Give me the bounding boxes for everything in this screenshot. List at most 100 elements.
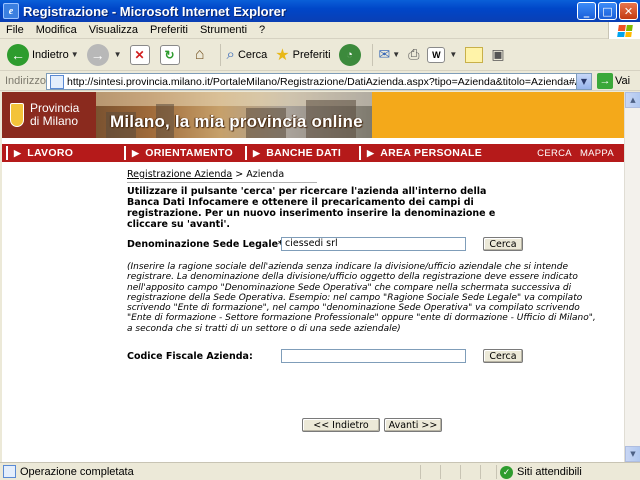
trusted-sites-icon: ✓ <box>500 465 513 479</box>
intro-text: Utilizzare il pulsante 'cerca' per ricer… <box>127 186 496 230</box>
vertical-scrollbar[interactable]: ▲ ▼ <box>624 92 640 462</box>
nav-lavoro[interactable]: ▶ LAVORO <box>6 144 73 162</box>
go-arrow-icon: → <box>597 73 613 89</box>
search-label: Cerca <box>237 48 268 61</box>
back-label: Indietro <box>32 48 69 61</box>
history-button[interactable]: ◔ <box>336 41 367 69</box>
main-nav: ▶ LAVORO ▶ ORIENTAMENTO ▶ BANCHE DATI ▶ … <box>2 144 624 162</box>
mail-button[interactable]: ✉ ▼ <box>376 41 404 69</box>
menu-strumenti[interactable]: Strumenti <box>194 24 253 36</box>
address-dropdown-icon[interactable]: ▼ <box>576 74 591 89</box>
status-bar: Operazione completata ✓ Siti attendibili <box>0 462 640 480</box>
refresh-button[interactable]: ↻ <box>157 41 185 69</box>
address-input[interactable]: http://sintesi.provincia.milano.it/Porta… <box>46 73 592 90</box>
zone-label: Siti attendibili <box>517 466 582 478</box>
edit-button[interactable]: W ▼ <box>424 41 460 69</box>
denominazione-input[interactable]: ciessedi srl <box>281 237 466 251</box>
toolbar: ← Indietro ▼ → ▼ ✕ ↻ ⌂ ⌕ Cerca ★ Preferi… <box>0 39 640 71</box>
toolbar-separator <box>219 43 221 66</box>
menu-help[interactable]: ? <box>253 24 271 36</box>
chevron-down-icon: ▼ <box>113 50 122 59</box>
status-text: Operazione completata <box>20 465 134 478</box>
denominazione-label: Denominazione Sede Legale*: <box>127 239 287 250</box>
breadcrumb-link[interactable]: Registrazione Azienda <box>127 169 232 180</box>
print-button[interactable]: ⎙ <box>405 41 422 69</box>
window-title: Registrazione - Microsoft Internet Explo… <box>23 3 286 19</box>
logo-line2: di Milano <box>30 114 79 128</box>
windows-logo-icon <box>608 22 640 39</box>
forward-arrow-icon: → <box>86 43 109 66</box>
menu-preferiti[interactable]: Preferiti <box>144 24 194 36</box>
refresh-icon: ↻ <box>159 44 180 65</box>
scroll-up-icon[interactable]: ▲ <box>625 92 640 108</box>
chevron-down-icon: ▼ <box>70 50 79 59</box>
banner-slogan: Milano, la mia provincia online <box>110 112 363 131</box>
go-button[interactable]: → Vai <box>597 73 630 89</box>
address-bar: Indirizzo http://sintesi.provincia.milan… <box>0 71 640 91</box>
crest-icon <box>10 103 24 127</box>
back-button[interactable]: ← Indietro ▼ <box>4 41 82 69</box>
discuss-button[interactable] <box>462 41 486 69</box>
next-page-button[interactable]: Avanti >> <box>384 418 442 432</box>
edit-icon: W <box>427 46 446 63</box>
nav-cerca[interactable]: CERCA <box>537 148 572 159</box>
chevron-down-icon: ▼ <box>449 50 458 59</box>
search-button[interactable]: ⌕ Cerca <box>224 41 271 69</box>
window-controls: _ □ ✕ <box>577 2 638 20</box>
arrow-right-icon: ▶ <box>367 147 375 158</box>
forward-button[interactable]: → ▼ <box>84 41 125 69</box>
stop-icon: ✕ <box>129 44 150 65</box>
address-label: Indirizzo <box>5 74 46 87</box>
toolbar-separator <box>371 43 373 66</box>
star-icon: ★ <box>275 46 290 64</box>
minimize-button[interactable]: _ <box>577 2 596 20</box>
back-arrow-icon: ← <box>7 43 29 66</box>
maximize-button[interactable]: □ <box>598 2 617 20</box>
title-bar: e Registrazione - Microsoft Internet Exp… <box>0 0 640 22</box>
go-label: Vai <box>615 75 631 87</box>
breadcrumb: Registrazione Azienda > Azienda <box>127 169 317 183</box>
address-url[interactable]: http://sintesi.provincia.milano.it/Porta… <box>67 76 576 88</box>
breadcrumb-current: Azienda <box>246 169 285 180</box>
chevron-down-icon: ▼ <box>392 50 401 59</box>
favorites-button[interactable]: ★ Preferiti <box>272 41 333 69</box>
mail-icon: ✉ <box>378 46 391 62</box>
notes-icon <box>465 46 484 63</box>
arrow-right-icon: ▶ <box>132 147 140 158</box>
research-icon: ▣ <box>491 46 505 62</box>
main-content: Registrazione Azienda > Azienda Utilizza… <box>2 162 624 462</box>
internet-explorer-icon: e <box>3 3 19 19</box>
back-page-button[interactable]: << Indietro <box>302 418 380 432</box>
page-done-icon <box>3 465 16 478</box>
scroll-down-icon[interactable]: ▼ <box>625 446 640 462</box>
breadcrumb-separator: > <box>235 169 244 180</box>
arrow-right-icon: ▶ <box>253 147 261 158</box>
menu-file[interactable]: File <box>0 24 30 36</box>
search-codice-fiscale-button[interactable]: Cerca <box>483 349 523 363</box>
home-button[interactable]: ⌂ <box>187 41 215 69</box>
help-note: (Inserire la ragione sociale dell'aziend… <box>127 262 596 334</box>
site-banner: Provincia di Milano Milano, la mia provi… <box>2 92 624 138</box>
messenger-button[interactable]: ▣ <box>488 41 507 69</box>
security-zone[interactable]: ✓ Siti attendibili <box>500 463 582 480</box>
menu-modifica[interactable]: Modifica <box>30 24 83 36</box>
arrow-right-icon: ▶ <box>14 147 22 158</box>
search-icon: ⌕ <box>226 46 235 63</box>
codice-fiscale-input[interactable] <box>281 349 466 363</box>
nav-area-personale[interactable]: ▶ AREA PERSONALE <box>359 144 482 162</box>
page-viewport: Provincia di Milano Milano, la mia provi… <box>2 92 624 462</box>
nav-utility: CERCA MAPPA <box>537 144 614 162</box>
nav-banche-dati[interactable]: ▶ BANCHE DATI <box>245 144 341 162</box>
close-button[interactable]: ✕ <box>619 2 638 20</box>
menu-visualizza[interactable]: Visualizza <box>83 24 144 36</box>
provincia-logo[interactable]: Provincia di Milano <box>2 92 96 138</box>
codice-fiscale-label: Codice Fiscale Azienda: <box>127 351 253 362</box>
page-icon <box>50 74 64 89</box>
stop-button[interactable]: ✕ <box>127 41 155 69</box>
search-denominazione-button[interactable]: Cerca <box>483 237 523 251</box>
menu-bar: File Modifica Visualizza Preferiti Strum… <box>0 22 640 39</box>
nav-orientamento[interactable]: ▶ ORIENTAMENTO <box>124 144 233 162</box>
history-icon: ◔ <box>338 43 361 66</box>
nav-mappa[interactable]: MAPPA <box>580 148 614 159</box>
home-icon: ⌂ <box>194 45 205 63</box>
